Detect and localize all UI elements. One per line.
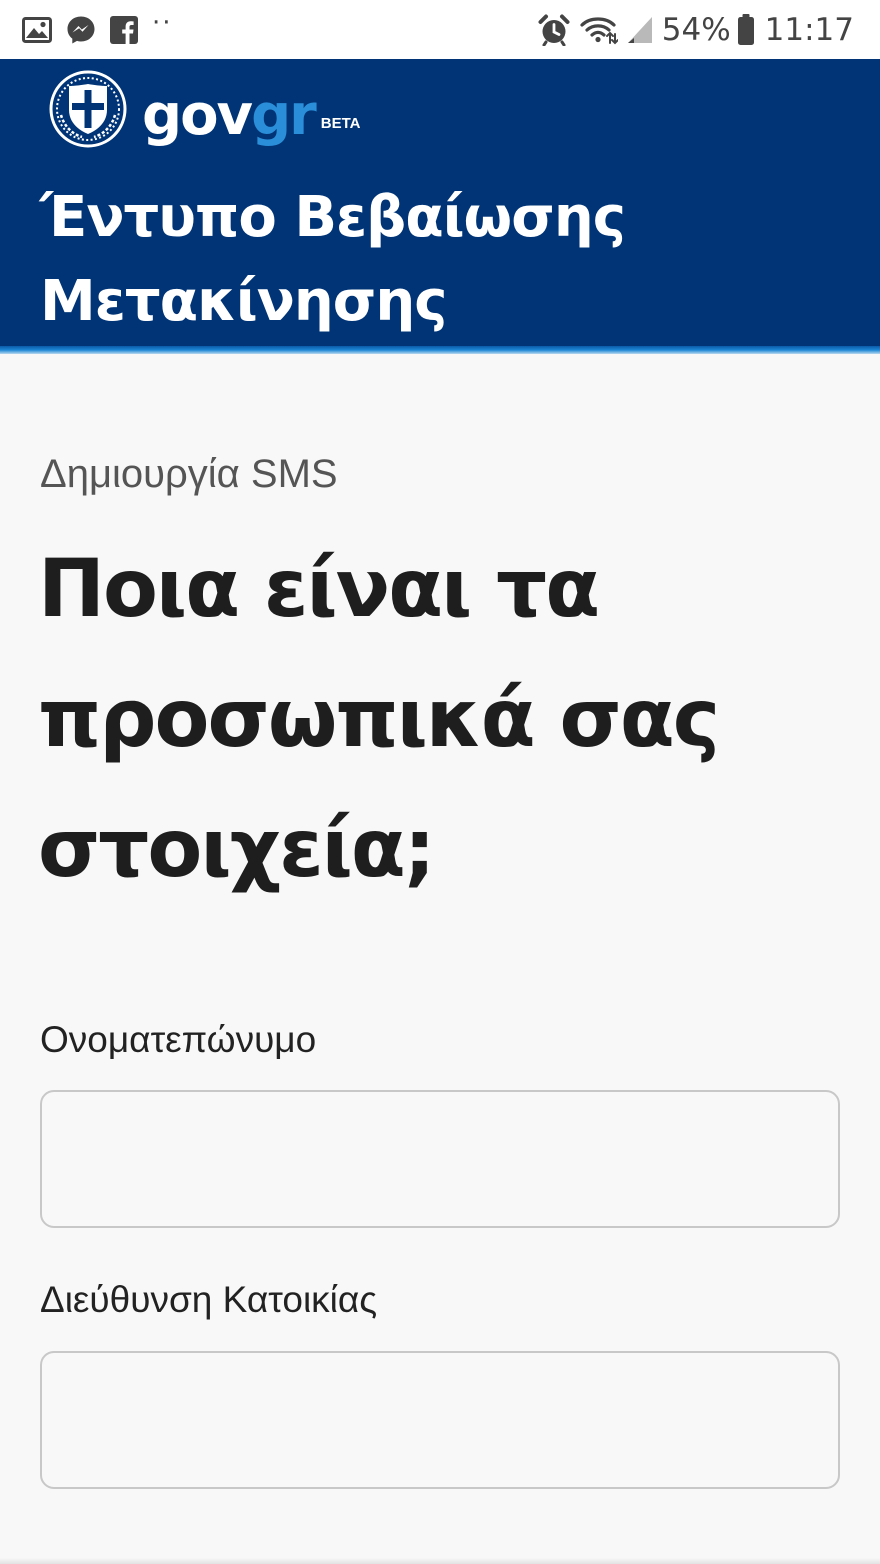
wifi-icon <box>580 15 618 45</box>
greek-emblem-icon <box>49 70 127 148</box>
clock: 11:17 <box>764 11 854 48</box>
govgr-logo[interactable]: gov gr BETA <box>48 69 361 149</box>
facebook-icon <box>110 15 138 44</box>
signal-icon <box>627 16 652 43</box>
beta-badge: BETA <box>320 115 361 132</box>
logo-gov-text: gov <box>142 83 253 148</box>
form-question-heading: Ποια είναι τα προσωπικά σας στοιχεία; <box>38 524 838 914</box>
battery-percentage: 54% <box>661 11 731 48</box>
bottom-edge-shadow <box>0 1558 880 1564</box>
step-caption: Δημιουργία SMS <box>40 452 338 496</box>
page-header-title: Έντυπο Βεβαίωσης Μετακίνησης <box>40 176 800 344</box>
header-title-line-2: Μετακίνησης <box>40 269 447 334</box>
messenger-icon <box>66 15 96 45</box>
home-address-input[interactable] <box>40 1351 840 1489</box>
header-title-line-1: Έντυπο Βεβαίωσης <box>40 185 626 250</box>
status-right-icons: 54% 11:17 <box>528 12 854 48</box>
form-section: Δημιουργία SMS Ποια είναι τα προσωπικά σ… <box>0 354 880 1564</box>
gallery-icon <box>22 16 52 43</box>
home-address-label: Διεύθυνση Κατοικίας <box>40 1279 378 1320</box>
battery-icon <box>737 13 755 46</box>
full-name-label: Ονοματεπώνυμο <box>40 1019 317 1060</box>
alarm-icon <box>538 14 570 46</box>
status-left-icons: ·· <box>22 10 187 45</box>
status-bar: ·· 54% 11:17 <box>0 0 880 59</box>
full-name-input[interactable] <box>40 1090 840 1228</box>
question-line-1: Ποια είναι τα <box>38 542 600 635</box>
question-line-2: προσωπικά σας <box>38 672 720 765</box>
question-line-3: στοιχεία; <box>38 802 436 895</box>
govgr-wordmark: gov gr BETA <box>142 74 361 144</box>
overflow-notifications-icon: ·· <box>152 7 173 38</box>
header-accent-stripe <box>0 346 880 354</box>
logo-gr-text: gr <box>251 83 317 148</box>
